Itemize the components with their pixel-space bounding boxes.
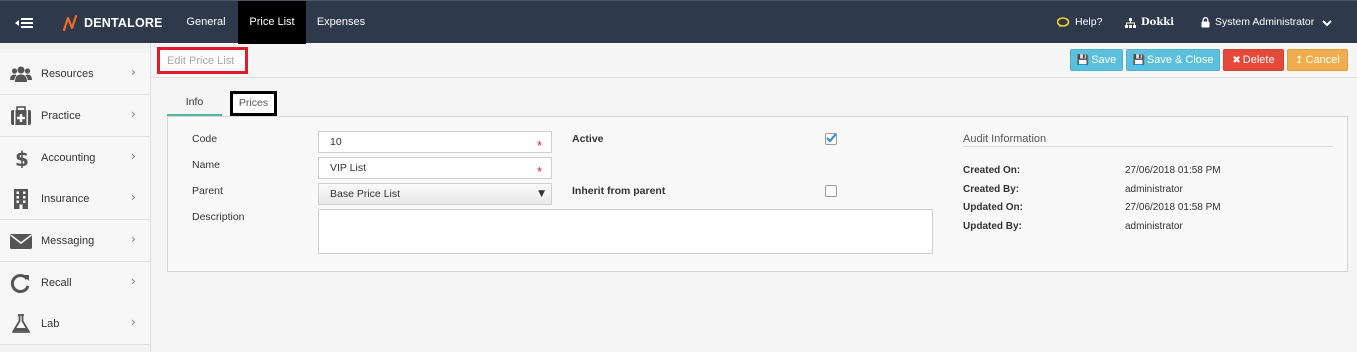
inherit-label: Inherit from parent	[572, 185, 666, 197]
lock-icon	[1201, 17, 1210, 28]
updated-by-value: administrator	[1125, 221, 1183, 232]
sidebar-item-recall[interactable]: Recall ›	[0, 262, 150, 304]
required-marker: *	[536, 138, 542, 153]
nav-expenses[interactable]: Expenses	[309, 1, 373, 44]
sidebar-item-resources[interactable]: Resources ›	[0, 53, 150, 95]
brand-name: DENTALORE	[84, 16, 163, 30]
header-divider	[151, 77, 1357, 78]
audit-divider	[963, 146, 1333, 147]
updated-by-label: Updated By:	[963, 221, 1022, 232]
created-on-value: 27/06/2018 01:58 PM	[1125, 165, 1221, 176]
sidebar-item-practice[interactable]: Practice ›	[0, 95, 150, 137]
inherit-checkbox[interactable]	[825, 185, 837, 197]
delete-button[interactable]: ✖ Delete	[1223, 49, 1284, 71]
menu-toggle-icon[interactable]	[14, 15, 36, 31]
description-textarea[interactable]	[318, 209, 933, 254]
chevron-right-icon: ›	[131, 315, 136, 329]
save-label: Save	[1091, 54, 1117, 66]
sidebar-item-label: Resources	[41, 68, 94, 80]
tab-info[interactable]: Info	[167, 91, 222, 116]
sidebar-item-label: Recall	[41, 277, 72, 289]
dropdown-caret-icon: ▼	[538, 189, 545, 199]
tab-prices[interactable]: Prices	[230, 91, 277, 116]
delete-label: Delete	[1242, 54, 1275, 66]
name-label: Name	[192, 159, 221, 171]
chat-bubble-icon	[1057, 17, 1070, 28]
cancel-label: Cancel	[1305, 54, 1340, 66]
sidebar-item-label: Insurance	[41, 193, 90, 205]
nav-general[interactable]: General	[176, 1, 236, 44]
code-label: Code	[192, 133, 218, 145]
chevron-right-icon: ›	[131, 149, 136, 163]
sidebar-item-messaging[interactable]: Messaging ›	[0, 220, 150, 262]
sidebar-item-label: Accounting	[41, 152, 96, 164]
chevron-down-icon	[1322, 19, 1332, 26]
page-title: Edit Price List	[167, 55, 235, 67]
code-value: 10	[330, 136, 342, 148]
top-navbar: DENTALORE General Price List Expenses He…	[0, 0, 1357, 44]
active-checkbox[interactable]	[825, 133, 837, 145]
audit-title: Audit Information	[963, 133, 1047, 145]
save-button[interactable]: 💾 Save	[1070, 49, 1123, 71]
sidebar-item-label: Lab	[41, 318, 60, 330]
user-menu[interactable]: System Administrator	[1201, 1, 1337, 44]
medical-kit-icon	[11, 106, 31, 125]
sidebar-item-label: Messaging	[41, 235, 95, 247]
user-name: System Administrator	[1215, 16, 1315, 28]
required-marker: *	[536, 164, 542, 179]
refresh-icon	[10, 274, 30, 293]
save-close-button[interactable]: 💾 Save & Close	[1126, 49, 1220, 71]
cancel-button[interactable]: ↥ Cancel	[1287, 49, 1348, 71]
sidebar-item-label: Practice	[41, 110, 81, 122]
flask-icon	[12, 314, 30, 333]
save-close-label: Save & Close	[1146, 54, 1214, 66]
parent-label: Parent	[192, 185, 223, 197]
sitemap-icon	[1125, 17, 1136, 28]
updated-on-value: 27/06/2018 01:58 PM	[1125, 202, 1221, 213]
created-by-label: Created By:	[963, 184, 1020, 195]
created-by-value: administrator	[1125, 184, 1183, 195]
description-label: Description	[192, 211, 245, 223]
logo-mark-icon	[62, 14, 78, 32]
sidebar-item-insurance[interactable]: Insurance ›	[0, 178, 150, 220]
parent-select[interactable]: Base Price List ▼	[318, 183, 552, 205]
svg-text:$: $	[15, 148, 29, 168]
checkmark-icon	[826, 133, 837, 143]
building-icon	[14, 189, 28, 209]
help-link[interactable]: Help?	[1057, 1, 1102, 44]
chevron-right-icon: ›	[131, 232, 136, 246]
updated-on-label: Updated On:	[963, 202, 1023, 213]
chevron-right-icon: ›	[131, 65, 136, 79]
sidebar-item-lab[interactable]: Lab ›	[0, 303, 150, 345]
nav-price-list[interactable]: Price List	[238, 1, 306, 44]
code-field[interactable]: 10 *	[318, 131, 552, 153]
arrow-up-icon: ↥	[1295, 55, 1304, 66]
branch-selector[interactable]: Dokki	[1125, 1, 1174, 44]
sidebar: Resources › Practice › $ Accounting › In…	[0, 43, 151, 352]
chevron-right-icon: ›	[131, 190, 136, 204]
chevron-right-icon: ›	[131, 274, 136, 288]
branch-name: Dokki	[1141, 17, 1174, 28]
name-value: VIP List	[330, 162, 366, 174]
help-label: Help?	[1075, 16, 1103, 28]
sidebar-item-accounting[interactable]: $ Accounting ›	[0, 137, 150, 179]
brand-logo[interactable]: DENTALORE	[62, 13, 163, 33]
chevron-right-icon: ›	[131, 107, 136, 121]
floppy-icon: 💾	[1132, 55, 1145, 66]
floppy-icon: 💾	[1076, 55, 1090, 66]
close-icon: ✖	[1232, 55, 1241, 66]
users-icon	[10, 66, 32, 82]
name-field[interactable]: VIP List *	[318, 157, 552, 179]
created-on-label: Created On:	[963, 165, 1021, 176]
active-label: Active	[572, 133, 604, 145]
parent-value: Base Price List	[330, 188, 401, 200]
dollar-icon: $	[15, 148, 29, 168]
envelope-icon	[10, 234, 32, 249]
